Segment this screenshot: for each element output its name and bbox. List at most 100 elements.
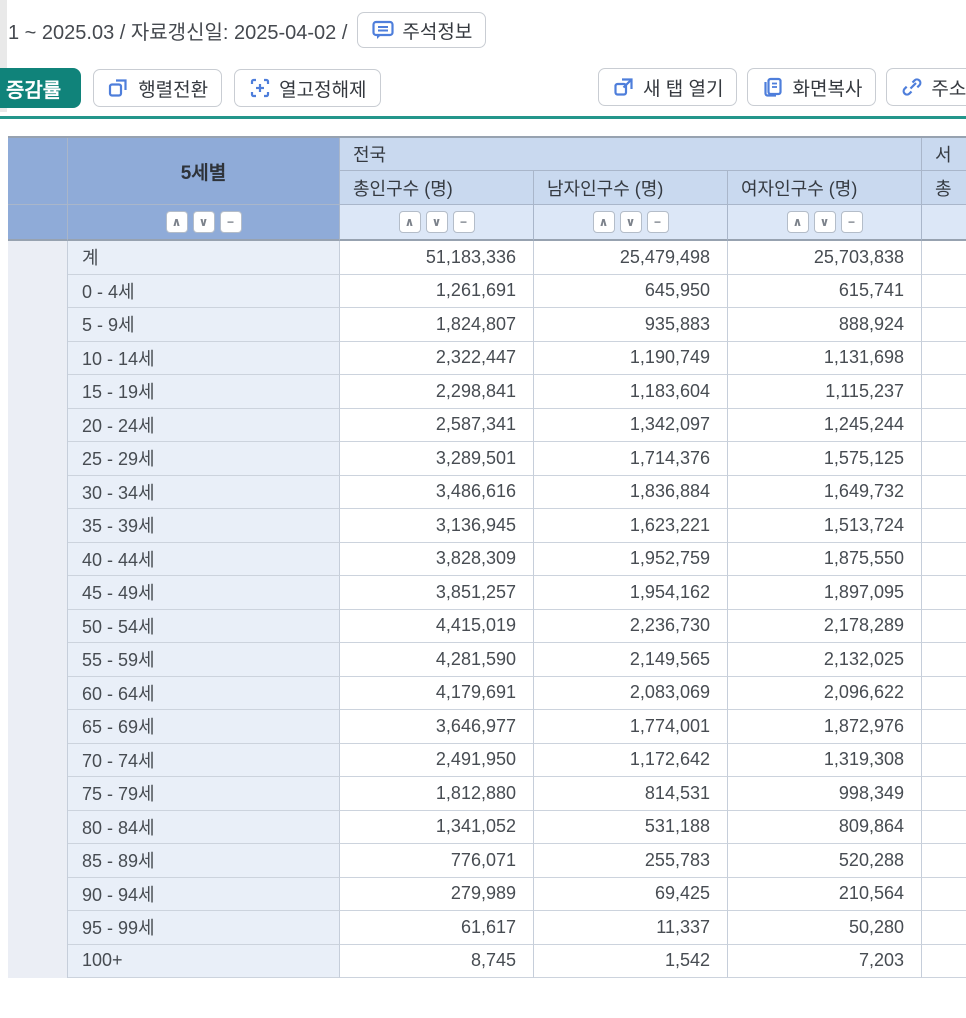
sort-desc-button[interactable]: ∨	[814, 211, 836, 233]
age-group-label: 20 - 24세	[68, 409, 340, 443]
population-table: 5세별 전국 서 총인구수 (명) 남자인구수 (명) 여자인구수 (명) 총	[8, 136, 966, 978]
age-group-label: 60 - 64세	[68, 677, 340, 711]
transpose-button[interactable]: 행렬전환	[93, 69, 222, 107]
sort-clear-button[interactable]: −	[647, 211, 669, 233]
change-rate-button[interactable]: 증감률	[0, 68, 81, 108]
male-population-value: 1,714,376	[534, 442, 728, 476]
row-index-cell	[8, 945, 68, 979]
table-row: 55 - 59세 4,281,590 2,149,565 2,132,025	[8, 643, 966, 677]
sort-asc-button[interactable]: ∧	[399, 211, 421, 233]
seoul-value-cell	[922, 409, 966, 443]
table-row: 100+ 8,745 1,542 7,203	[8, 945, 966, 979]
seoul-value-cell	[922, 543, 966, 577]
seoul-value-cell	[922, 643, 966, 677]
age-group-label: 80 - 84세	[68, 811, 340, 845]
sort-desc-button[interactable]: ∨	[620, 211, 642, 233]
total-population-value: 2,587,341	[340, 409, 534, 443]
age-group-label: 30 - 34세	[68, 476, 340, 510]
screen-copy-button[interactable]: 화면복사	[747, 68, 876, 106]
male-population-value: 1,623,221	[534, 509, 728, 543]
sort-clear-button[interactable]: −	[453, 211, 475, 233]
copy-address-button[interactable]: 주소/클	[886, 68, 966, 106]
seoul-value-cell	[922, 744, 966, 778]
row-index-cell	[8, 844, 68, 878]
table-row: 0 - 4세 1,261,691 645,950 615,741	[8, 275, 966, 309]
female-population-value: 1,245,244	[728, 409, 922, 443]
female-population-value: 888,924	[728, 308, 922, 342]
male-population-value: 1,836,884	[534, 476, 728, 510]
row-index-cell	[8, 409, 68, 443]
female-population-value: 1,131,698	[728, 342, 922, 376]
age-group-label: 계	[68, 241, 340, 275]
male-population-value: 1,954,162	[534, 576, 728, 610]
dataset-info-line: 1 ~ 2025.03 / 자료갱신일: 2025-04-02 / 주석정보	[8, 12, 486, 48]
female-population-value: 1,872,976	[728, 710, 922, 744]
total-population-value: 1,824,807	[340, 308, 534, 342]
row-index-cell	[8, 777, 68, 811]
sort-desc-button[interactable]: ∨	[193, 211, 215, 233]
row-index-cell	[8, 878, 68, 912]
sort-asc-button[interactable]: ∧	[787, 211, 809, 233]
row-index-cell	[8, 543, 68, 577]
total-population-value: 4,281,590	[340, 643, 534, 677]
seoul-value-cell	[922, 476, 966, 510]
annotation-info-button[interactable]: 주석정보	[357, 12, 486, 48]
sort-controls-row: ∧ ∨ − ∧ ∨ − ∧ ∨ −	[8, 205, 966, 241]
sort-clear-button[interactable]: −	[841, 211, 863, 233]
female-population-value: 1,649,732	[728, 476, 922, 510]
kosis-table-page: 1 ~ 2025.03 / 자료갱신일: 2025-04-02 / 주석정보 증…	[0, 0, 966, 1018]
male-population-value: 69,425	[534, 878, 728, 912]
male-population-value: 2,149,565	[534, 643, 728, 677]
total-population-value: 1,812,880	[340, 777, 534, 811]
age-group-label: 85 - 89세	[68, 844, 340, 878]
speech-bubble-icon	[371, 18, 395, 42]
open-new-tab-button[interactable]: 새 탭 열기	[598, 68, 737, 106]
screen-copy-label: 화면복사	[792, 74, 862, 101]
row-index-cell	[8, 643, 68, 677]
age-group-label: 5 - 9세	[68, 308, 340, 342]
table-row: 95 - 99세 61,617 11,337 50,280	[8, 911, 966, 945]
table-row: 65 - 69세 3,646,977 1,774,001 1,872,976	[8, 710, 966, 744]
sort-asc-button[interactable]: ∧	[593, 211, 615, 233]
male-population-value: 11,337	[534, 911, 728, 945]
female-population-value: 1,115,237	[728, 375, 922, 409]
seoul-value-cell	[922, 342, 966, 376]
table-row: 75 - 79세 1,812,880 814,531 998,349	[8, 777, 966, 811]
female-population-value: 2,132,025	[728, 643, 922, 677]
row-index-cell	[8, 811, 68, 845]
male-population-value: 1,774,001	[534, 710, 728, 744]
table-row: 15 - 19세 2,298,841 1,183,604 1,115,237	[8, 375, 966, 409]
total-population-value: 3,828,309	[340, 543, 534, 577]
sort-cell-female: ∧ ∨ −	[728, 205, 922, 241]
table-row: 45 - 49세 3,851,257 1,954,162 1,897,095	[8, 576, 966, 610]
sort-clear-button[interactable]: −	[220, 211, 242, 233]
sort-asc-button[interactable]: ∧	[166, 211, 188, 233]
total-population-value: 3,646,977	[340, 710, 534, 744]
male-population-value: 814,531	[534, 777, 728, 811]
male-population-value: 2,236,730	[534, 610, 728, 644]
total-population-value: 279,989	[340, 878, 534, 912]
link-icon	[900, 75, 924, 99]
seoul-value-cell	[922, 945, 966, 979]
table-row: 5 - 9세 1,824,807 935,883 888,924	[8, 308, 966, 342]
seoul-value-cell	[922, 275, 966, 309]
transpose-icon	[107, 76, 131, 100]
table-row: 계 51,183,336 25,479,498 25,703,838	[8, 241, 966, 275]
sort-desc-button[interactable]: ∨	[426, 211, 448, 233]
row-index-cell	[8, 375, 68, 409]
seoul-value-cell	[922, 844, 966, 878]
age-group-label: 40 - 44세	[68, 543, 340, 577]
row-index-cell	[8, 275, 68, 309]
row-index-cell	[8, 911, 68, 945]
total-population-value: 2,298,841	[340, 375, 534, 409]
female-population-value: 615,741	[728, 275, 922, 309]
seoul-value-cell	[922, 777, 966, 811]
male-population-value: 531,188	[534, 811, 728, 845]
unfreeze-columns-button[interactable]: 열고정해제	[234, 69, 380, 107]
male-population-value: 25,479,498	[534, 241, 728, 275]
total-population-value: 61,617	[340, 911, 534, 945]
age-group-label: 45 - 49세	[68, 576, 340, 610]
row-axis-header: 5세별	[68, 138, 340, 205]
table-row: 10 - 14세 2,322,447 1,190,749 1,131,698	[8, 342, 966, 376]
sort-cell-age: ∧ ∨ −	[68, 205, 340, 241]
